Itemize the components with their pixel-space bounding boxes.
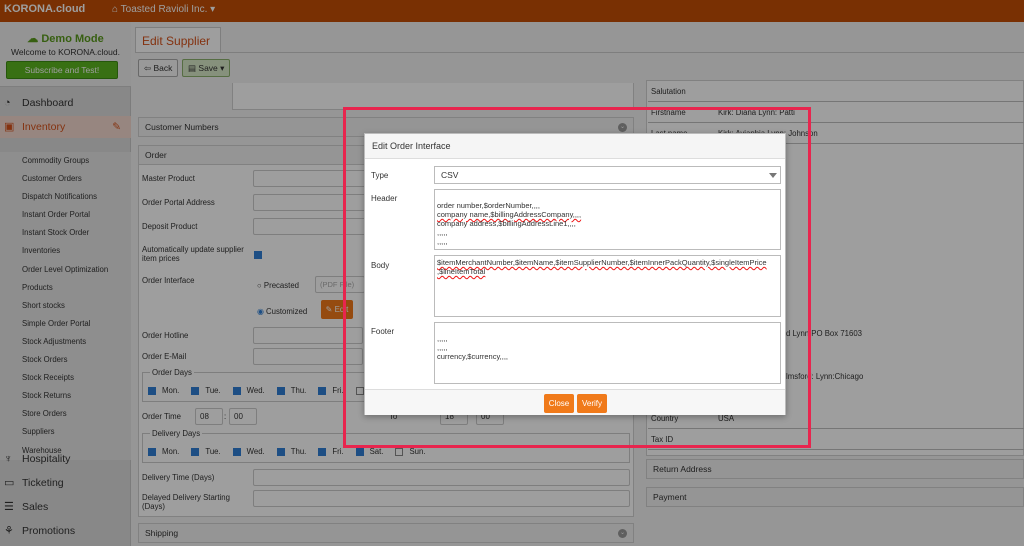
- annotation-highlight-box: [343, 107, 811, 448]
